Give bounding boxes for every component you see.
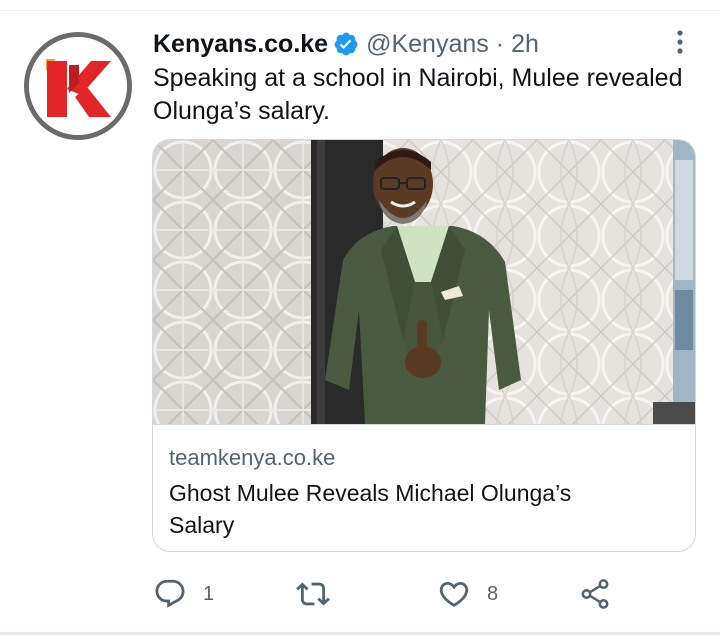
card-title: Ghost Mulee Reveals Michael Olunga’s Sal… [169, 480, 572, 538]
link-card[interactable]: teamkenya.co.ke Ghost Mulee Reveals Mich… [152, 139, 696, 552]
separator-dot: · [495, 29, 505, 58]
card-domain: teamkenya.co.ke [169, 445, 336, 470]
retweet-icon [296, 577, 330, 611]
tweet-header: Kenyans.co.ke @Kenyans · 2h [153, 28, 539, 60]
verified-badge-icon [333, 31, 359, 57]
handle[interactable]: @Kenyans [366, 30, 489, 59]
reply-count: 1 [203, 582, 215, 605]
timestamp[interactable]: 2h [511, 30, 539, 59]
like-count: 8 [487, 582, 499, 605]
share-icon [578, 577, 612, 611]
reply-icon [153, 577, 187, 611]
like-button[interactable]: 8 [437, 572, 498, 616]
card-image[interactable] [153, 140, 695, 424]
kenyans-logo-icon [29, 37, 127, 135]
tweet-text: Speaking at a school in Nairobi, Mulee r… [153, 64, 683, 125]
card-meta[interactable]: teamkenya.co.ke Ghost Mulee Reveals Mich… [153, 424, 695, 538]
retweet-button[interactable] [296, 572, 346, 616]
reply-button[interactable]: 1 [153, 572, 214, 616]
action-bar: 1 8 [153, 572, 693, 616]
display-name[interactable]: Kenyans.co.ke [153, 30, 328, 59]
share-button[interactable] [578, 572, 612, 616]
heart-icon [437, 577, 471, 611]
more-options-icon[interactable] [668, 28, 692, 56]
avatar[interactable] [24, 32, 132, 140]
top-divider [0, 0, 720, 11]
